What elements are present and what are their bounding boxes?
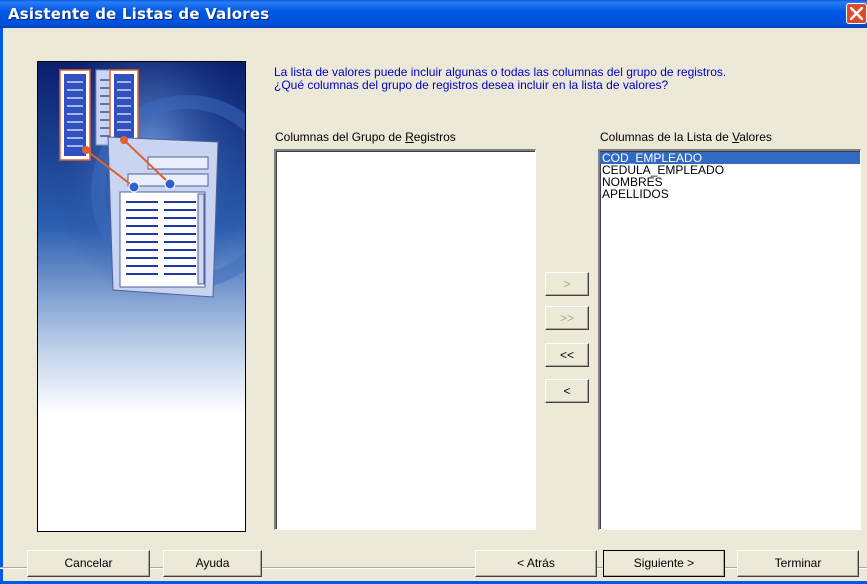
window-title: Asistente de Listas de Valores xyxy=(8,5,270,23)
add-all-button[interactable]: >> xyxy=(545,306,589,330)
cancel-button[interactable]: Cancelar xyxy=(27,550,150,577)
close-button[interactable] xyxy=(846,3,867,24)
wizard-window: Asistente de Listas de Valores La lista … xyxy=(0,0,867,584)
instructions-line-2: ¿Qué columnas del grupo de registros des… xyxy=(274,78,669,92)
list-item[interactable]: APELLIDOS xyxy=(600,188,860,200)
close-icon xyxy=(850,7,863,20)
lov-columns-list[interactable]: COD_EMPLEADO CEDULA_EMPLEADO NOMBRES APE… xyxy=(598,149,861,530)
title-bar[interactable]: Asistente de Listas de Valores xyxy=(0,0,867,28)
add-one-button[interactable]: > xyxy=(545,272,589,296)
remove-all-button[interactable]: << xyxy=(545,343,589,367)
finish-button[interactable]: Terminar xyxy=(737,550,859,577)
help-button[interactable]: Ayuda xyxy=(163,550,262,577)
wizard-illustration xyxy=(37,61,246,532)
next-button[interactable]: Siguiente > xyxy=(603,550,725,577)
remove-one-button[interactable]: < xyxy=(545,379,589,403)
back-button[interactable]: < Atrás xyxy=(475,550,597,577)
record-group-columns-list[interactable] xyxy=(274,149,536,530)
instructions: La lista de valores puede incluir alguna… xyxy=(274,66,854,92)
left-list-label: Columnas del Grupo de Registros xyxy=(275,130,456,144)
right-list-label: Columnas de la Lista de Valores xyxy=(600,130,772,144)
